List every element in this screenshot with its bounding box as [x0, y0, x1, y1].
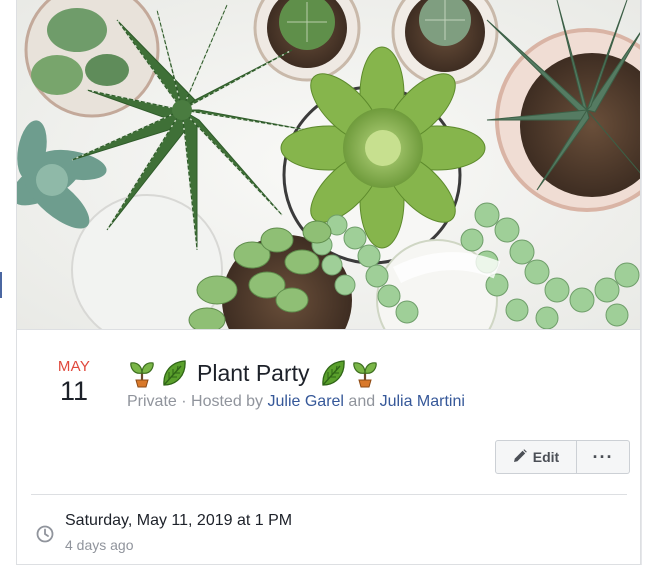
privacy-label: Private [127, 393, 177, 410]
host-link-2[interactable]: Julia Martini [380, 393, 465, 410]
event-time-row: Saturday, May 11, 2019 at 1 PM 4 days ag… [31, 510, 627, 560]
edit-label: Edit [532, 449, 560, 465]
clock-icon [35, 524, 55, 544]
host-joiner: and [343, 393, 380, 410]
event-title[interactable]: Plant Party [197, 360, 310, 387]
event-date-block: MAY 11 [53, 358, 95, 407]
more-options-button[interactable]: ··· [577, 440, 630, 474]
hosted-by-label: Hosted by [191, 393, 268, 410]
event-card: MAY 11 Plant Party Private · Hosted by J… [16, 0, 641, 565]
leaf-icon [161, 358, 187, 388]
page-right-gutter [641, 0, 653, 565]
host-link-1[interactable]: Julie Garel [268, 393, 344, 410]
event-meta: Private · Hosted by Julie Garel and Juli… [127, 393, 465, 411]
event-month: MAY [57, 358, 91, 375]
seedling-icon [129, 358, 155, 388]
event-day: 11 [59, 376, 89, 406]
event-relative-time: 4 days ago [65, 537, 134, 553]
left-edge-indicator [0, 272, 2, 298]
event-title-row: Plant Party [129, 356, 378, 390]
section-divider [31, 494, 627, 495]
succulents-photo [17, 0, 640, 329]
page-left-gutter [0, 0, 16, 565]
leaf-icon [320, 358, 346, 388]
pencil-icon [513, 448, 527, 466]
more-icon: ··· [592, 446, 614, 467]
edit-button[interactable]: Edit [495, 440, 577, 474]
cover-photo[interactable] [17, 0, 640, 330]
event-actions: Edit ··· [495, 440, 630, 474]
event-datetime[interactable]: Saturday, May 11, 2019 at 1 PM [65, 512, 292, 530]
meta-separator: · [176, 393, 192, 410]
seedling-icon [352, 358, 378, 388]
